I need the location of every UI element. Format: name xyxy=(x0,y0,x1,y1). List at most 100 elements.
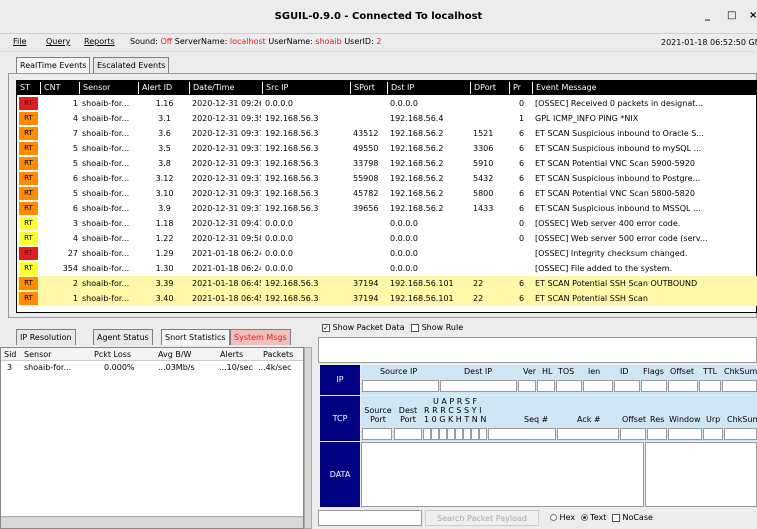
tcp-field[interactable] xyxy=(724,428,757,440)
event-cell-msg: GPL ICMP_INFO PING *NIX xyxy=(535,114,639,123)
event-cell-sport: 33798 xyxy=(353,159,379,168)
col-header[interactable]: Date/Time xyxy=(189,82,262,94)
ip-offset-field[interactable] xyxy=(668,380,698,392)
ip-len-field[interactable] xyxy=(583,380,613,392)
tcp-field[interactable] xyxy=(362,428,392,440)
menu-file[interactable]: File xyxy=(13,37,26,46)
event-row[interactable]: RT 4 shoaib-for... 3.1 2020-12-31 09:35:00 19… xyxy=(17,111,757,126)
status-badge: RT xyxy=(19,112,38,125)
col-header[interactable]: Dst IP xyxy=(387,82,470,94)
col-header[interactable]: ST xyxy=(17,82,40,94)
col-header[interactable]: Event Message xyxy=(532,82,757,94)
event-row[interactable]: RT 1 shoaib-for... 3.40 2021-01-18 06:45:44 1… xyxy=(17,291,757,306)
event-cell-cnt: 5 xyxy=(72,144,78,153)
tcp-field[interactable] xyxy=(668,428,702,440)
stats-hscroll[interactable] xyxy=(1,516,303,528)
ip-tos-field[interactable] xyxy=(556,380,582,392)
col-header[interactable]: CNT xyxy=(40,82,79,94)
tcp-field[interactable] xyxy=(471,428,479,440)
tcp-field[interactable] xyxy=(647,428,667,440)
col-header[interactable]: Pr xyxy=(509,82,532,94)
event-row[interactable]: RT 5 shoaib-for... 3.5 2020-12-31 09:37:10 19… xyxy=(17,141,757,156)
event-row[interactable]: RT 6 shoaib-for... 3.12 2020-12-31 09:37:13 1… xyxy=(17,171,757,186)
hex-radio[interactable] xyxy=(550,514,557,521)
search-input[interactable] xyxy=(318,510,422,526)
event-cell-pr: 6 xyxy=(518,174,525,183)
events-table[interactable]: ST CNT Sensor Alert ID Date/Time Src IP SPort D… xyxy=(16,80,757,313)
event-row[interactable]: RT 2 shoaib-for... 3.39 2021-01-18 06:45:44 1… xyxy=(17,276,757,291)
event-row[interactable]: RT 1 shoaib-for... 1.16 2020-12-31 09:26:19 0… xyxy=(17,96,757,111)
data-ascii-view[interactable] xyxy=(645,442,757,507)
col-header[interactable]: Sensor xyxy=(79,82,138,94)
tab-escalated-events[interactable]: Escalated Events xyxy=(93,57,170,73)
data-hex-view[interactable] xyxy=(361,442,644,507)
tab-system-msgs[interactable]: System Msgs xyxy=(230,329,291,345)
tcp-field[interactable] xyxy=(703,428,723,440)
tab-ip-resolution[interactable]: IP Resolution xyxy=(16,329,76,345)
tcp-field[interactable] xyxy=(447,428,455,440)
tab-agent-status[interactable]: Agent Status xyxy=(93,329,153,345)
show-packet-data-checkbox[interactable]: ✓ xyxy=(322,323,330,332)
event-row[interactable]: RT 7 shoaib-for... 3.6 2020-12-31 09:37:10 19… xyxy=(17,126,757,141)
tab-realtime-events[interactable]: RealTime Events xyxy=(16,57,91,73)
show-rule-checkbox[interactable] xyxy=(411,323,420,332)
event-cell-dt: 2020-12-31 09:37:10 xyxy=(192,129,261,138)
tcp-field[interactable] xyxy=(455,428,463,440)
status-badge: RT xyxy=(19,172,38,185)
event-cell-src: 192.168.56.3 xyxy=(265,144,319,153)
tcp-field[interactable] xyxy=(394,428,422,440)
ip-src-field[interactable] xyxy=(362,380,439,392)
tcp-field[interactable] xyxy=(620,428,646,440)
ip-ttl-field[interactable] xyxy=(699,380,721,392)
tcp-field[interactable] xyxy=(423,428,431,440)
text-radio[interactable] xyxy=(580,514,588,521)
stats-vscroll[interactable] xyxy=(304,347,312,529)
event-cell-dt: 2021-01-18 06:45:44 xyxy=(192,294,261,303)
tab-snort-statistics[interactable]: Snort Statistics xyxy=(161,329,230,345)
ip-ver-field[interactable] xyxy=(518,380,536,392)
event-cell-pr: 0 xyxy=(518,234,525,243)
minimize-button[interactable]: _ xyxy=(705,10,710,21)
nocase-checkbox[interactable] xyxy=(611,513,620,522)
status-badge: RT xyxy=(19,97,38,110)
tcp-field[interactable] xyxy=(431,428,439,440)
ip-chksum-field[interactable] xyxy=(722,380,757,392)
col-header[interactable]: Src IP xyxy=(262,82,350,94)
event-cell-aid: 3.12 xyxy=(155,174,174,183)
event-row[interactable]: RT 5 shoaib-for... 3.8 2020-12-31 09:37:11 19… xyxy=(17,156,757,171)
ip-flags-field[interactable] xyxy=(641,380,667,392)
tcp-field[interactable] xyxy=(439,428,447,440)
snort-stats-table[interactable]: Sid Sensor Pckt Loss Avg B/W Alerts Pack… xyxy=(0,347,304,529)
tcp-field[interactable] xyxy=(488,428,556,440)
user-value: shoaib xyxy=(315,37,342,46)
ip-dst-field[interactable] xyxy=(440,380,517,392)
col-header[interactable]: Alert ID xyxy=(138,82,189,94)
event-cell-msg: ET SCAN Suspicious inbound to Oracle S..… xyxy=(535,129,704,138)
tcp-field[interactable] xyxy=(557,428,619,440)
event-row[interactable]: RT 354 shoaib-for... 1.30 2021-01-18 06:24:0… xyxy=(17,261,757,276)
ip-id-field[interactable] xyxy=(614,380,640,392)
server-label: ServerName: xyxy=(174,37,228,46)
search-payload-button[interactable]: Search Packet Payload xyxy=(425,510,539,526)
event-row[interactable]: RT 4 shoaib-for... 1.22 2020-12-31 09:58:08 0… xyxy=(17,231,757,246)
event-cell-msg: ET SCAN Potential VNC Scan 5800-5820 xyxy=(535,189,695,198)
menu-query[interactable]: Query xyxy=(46,37,70,46)
event-cell-aid: 1.22 xyxy=(155,234,174,243)
event-cell-pr: 6 xyxy=(518,294,525,303)
col-header[interactable]: SPort xyxy=(350,82,387,94)
event-row[interactable]: RT 6 shoaib-for... 3.9 2020-12-31 09:37:13 19… xyxy=(17,201,757,216)
event-row[interactable]: RT 3 shoaib-for... 1.18 2020-12-31 09:41:57 0… xyxy=(17,216,757,231)
tcp-field[interactable] xyxy=(463,428,471,440)
event-row[interactable]: RT 5 shoaib-for... 3.10 2020-12-31 09:37:13 1… xyxy=(17,186,757,201)
close-button[interactable]: × xyxy=(749,10,757,21)
status-badge: RT xyxy=(19,232,38,245)
menu-reports[interactable]: Reports xyxy=(84,37,115,46)
col-header[interactable]: DPort xyxy=(470,82,509,94)
tcp-field[interactable] xyxy=(479,428,487,440)
event-row[interactable]: RT 27 shoaib-for... 1.29 2021-01-18 06:24:07… xyxy=(17,246,757,261)
event-cell-aid: 1.16 xyxy=(155,99,174,108)
ip-hl-field[interactable] xyxy=(537,380,555,392)
event-cell-pr: 6 xyxy=(518,189,525,198)
maximize-button[interactable]: □ xyxy=(727,10,736,21)
event-cell-dport: 5800 xyxy=(473,189,494,198)
